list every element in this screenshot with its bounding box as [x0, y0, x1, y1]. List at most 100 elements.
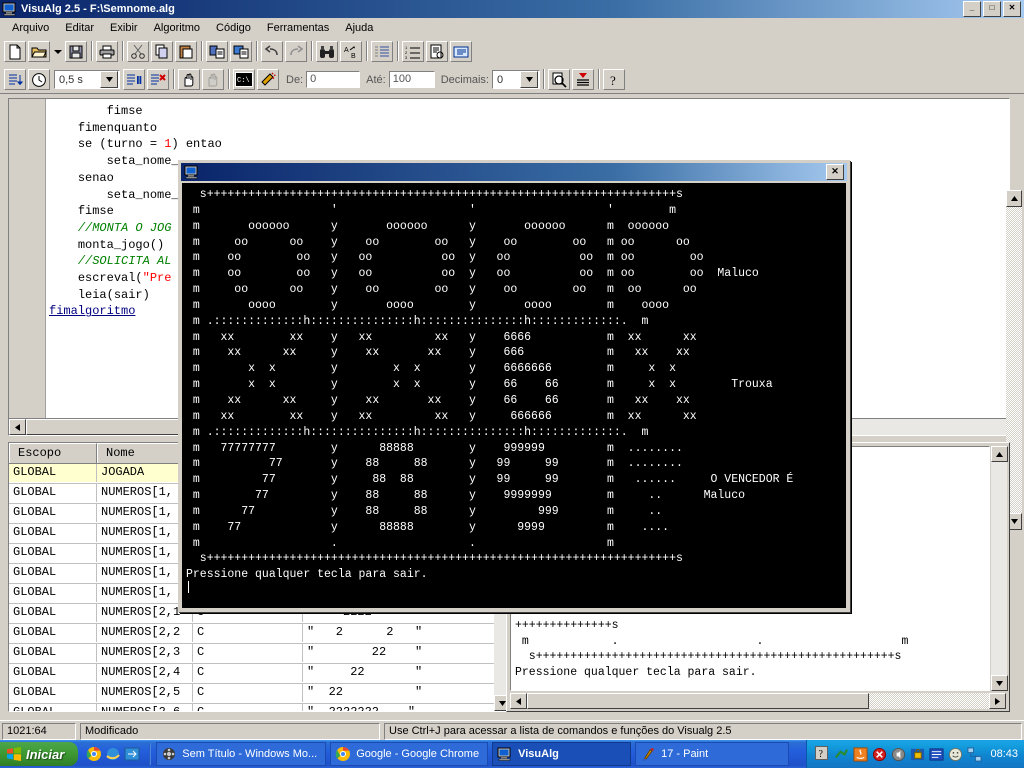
- code-token: ) entao: [171, 137, 222, 152]
- hscroll-track[interactable]: [869, 693, 989, 709]
- highlight-button[interactable]: [257, 69, 279, 90]
- internet-explorer-quicklaunch-icon[interactable]: [105, 746, 121, 762]
- menu-exibir[interactable]: Exibir: [102, 20, 146, 36]
- cell-escopo: GLOBAL: [9, 584, 97, 602]
- code-token: //SOLICITA AL: [77, 254, 172, 269]
- start-button[interactable]: Iniciar: [0, 742, 79, 766]
- data-table-icon: [577, 72, 589, 86]
- menu-algoritmo[interactable]: Algoritmo: [146, 20, 208, 36]
- help-button[interactable]: ?: [603, 69, 625, 90]
- security-tray-icon[interactable]: [910, 747, 925, 762]
- svg-text:C:\: C:\: [237, 77, 250, 85]
- decimais-combobox[interactable]: 0: [492, 70, 540, 89]
- output-hscrollbar[interactable]: [510, 693, 1006, 709]
- open-dropdown-button[interactable]: [52, 41, 63, 62]
- indent-button[interactable]: [371, 41, 393, 62]
- print-preview-icon: [430, 44, 444, 58]
- taskbar-item-chrome[interactable]: Google - Google Chrome: [330, 742, 489, 766]
- table-row[interactable]: GLOBAL NUMEROS[2,3 C " 22 ": [9, 644, 509, 664]
- show-desktop-quicklaunch-icon[interactable]: [124, 746, 140, 762]
- cell-nome: NUMEROS[2,4: [97, 664, 193, 682]
- code-token: fimse: [106, 104, 143, 118]
- code-line: se (turno = 1) entao: [49, 136, 1009, 153]
- taskbar-clock[interactable]: 08:43: [990, 748, 1018, 760]
- network-tray-icon[interactable]: [834, 747, 849, 762]
- computer-icon: [2, 2, 16, 16]
- messenger-tray-icon[interactable]: [948, 747, 963, 762]
- chrome-quicklaunch-icon[interactable]: [86, 746, 102, 762]
- menu-ajuda[interactable]: Ajuda: [337, 20, 381, 36]
- speed-combobox[interactable]: 0,5 s: [54, 70, 120, 89]
- pause-button[interactable]: [123, 69, 145, 90]
- cut-button[interactable]: [127, 41, 149, 62]
- scroll-right-button[interactable]: [989, 693, 1006, 709]
- console-window[interactable]: ✕ s+++++++++++++++++++++++++++++++++++++…: [178, 160, 850, 612]
- scroll-down-button[interactable]: [991, 675, 1008, 691]
- run-button[interactable]: [4, 69, 26, 90]
- print-button[interactable]: [96, 41, 118, 62]
- taskbar-item-label: VisuAlg: [518, 748, 559, 760]
- copy-formatted-icon: [209, 45, 225, 58]
- java-tray-icon[interactable]: [853, 746, 868, 762]
- scroll-up-button[interactable]: [991, 446, 1008, 462]
- print-preview-button[interactable]: [426, 41, 448, 62]
- run-icon: [9, 74, 23, 85]
- paste-button[interactable]: [175, 41, 197, 62]
- close-button[interactable]: ✕: [1003, 1, 1021, 17]
- window-controls: _ □ ✕: [963, 1, 1021, 17]
- menu-codigo[interactable]: Código: [208, 20, 259, 36]
- de-input[interactable]: 0: [306, 71, 361, 88]
- hscroll-thumb[interactable]: [527, 693, 869, 709]
- scroll-left-button[interactable]: [510, 693, 527, 709]
- copy-formatted-button[interactable]: [206, 41, 228, 62]
- column-header-escopo[interactable]: Escopo: [9, 443, 97, 463]
- help-tray-icon[interactable]: ?: [815, 745, 829, 763]
- scroll-left-button[interactable]: [9, 419, 26, 435]
- menu-ferramentas[interactable]: Ferramentas: [259, 20, 337, 36]
- update-tray-icon[interactable]: [929, 747, 944, 762]
- zoom-button[interactable]: [548, 69, 570, 90]
- copy-button[interactable]: [151, 41, 173, 62]
- redo-button[interactable]: [285, 41, 307, 62]
- maximize-button[interactable]: □: [983, 1, 1001, 17]
- taskbar-item-visualg[interactable]: VisuAlg: [492, 742, 632, 766]
- taskbar-item-paint[interactable]: 17 - Paint: [635, 742, 790, 766]
- save-file-button[interactable]: [65, 41, 87, 62]
- chevron-down-icon[interactable]: [100, 71, 118, 88]
- replace-button[interactable]: A B: [340, 41, 362, 62]
- network-connection-tray-icon[interactable]: [967, 746, 982, 762]
- antivirus-tray-icon[interactable]: [872, 747, 887, 762]
- step-into-button[interactable]: [202, 69, 224, 90]
- menu-editar[interactable]: Editar: [57, 20, 102, 36]
- indent-icon: [375, 46, 389, 56]
- taskbar-item-movie-maker[interactable]: Sem Título - Windows Mo...: [156, 742, 327, 766]
- paste-formatted-button[interactable]: [230, 41, 252, 62]
- find-button[interactable]: [316, 41, 338, 62]
- debug-toolbar: 0,5 s C:\ De: 0 Até: 100 Decimais: 0 ?: [0, 66, 1024, 94]
- output-vscrollbar[interactable]: [991, 446, 1008, 691]
- data-table-button[interactable]: [572, 69, 594, 90]
- numbering-button[interactable]: 1 2 3: [402, 41, 424, 62]
- insert-comment-button[interactable]: [450, 41, 472, 62]
- console-body[interactable]: s+++++++++++++++++++++++++++++++++++++++…: [182, 183, 846, 608]
- table-row[interactable]: GLOBAL NUMEROS[2,6 C " 2222222 ": [9, 704, 509, 711]
- open-file-button[interactable]: [28, 41, 50, 62]
- step-over-button[interactable]: [178, 69, 200, 90]
- stop-button[interactable]: [147, 69, 169, 90]
- console-close-button[interactable]: ✕: [826, 164, 844, 180]
- menu-arquivo[interactable]: Arquivo: [4, 20, 57, 36]
- console-button[interactable]: C:\: [233, 69, 255, 90]
- scroll-up-button[interactable]: [1006, 190, 1022, 207]
- table-row[interactable]: GLOBAL NUMEROS[2,2 C " 2 2 ": [9, 624, 509, 644]
- chevron-down-icon[interactable]: [520, 71, 538, 88]
- toolbar-separator: [363, 41, 370, 62]
- table-row[interactable]: GLOBAL NUMEROS[2,5 C " 22 ": [9, 684, 509, 704]
- code-line: fimse: [49, 103, 1009, 120]
- new-file-button[interactable]: [4, 41, 26, 62]
- undo-button[interactable]: [261, 41, 283, 62]
- table-row[interactable]: GLOBAL NUMEROS[2,4 C " 22 ": [9, 664, 509, 684]
- ate-input[interactable]: 100: [388, 71, 435, 88]
- run-timed-button[interactable]: [28, 69, 50, 90]
- minimize-button[interactable]: _: [963, 1, 981, 17]
- volume-tray-icon[interactable]: [891, 747, 906, 762]
